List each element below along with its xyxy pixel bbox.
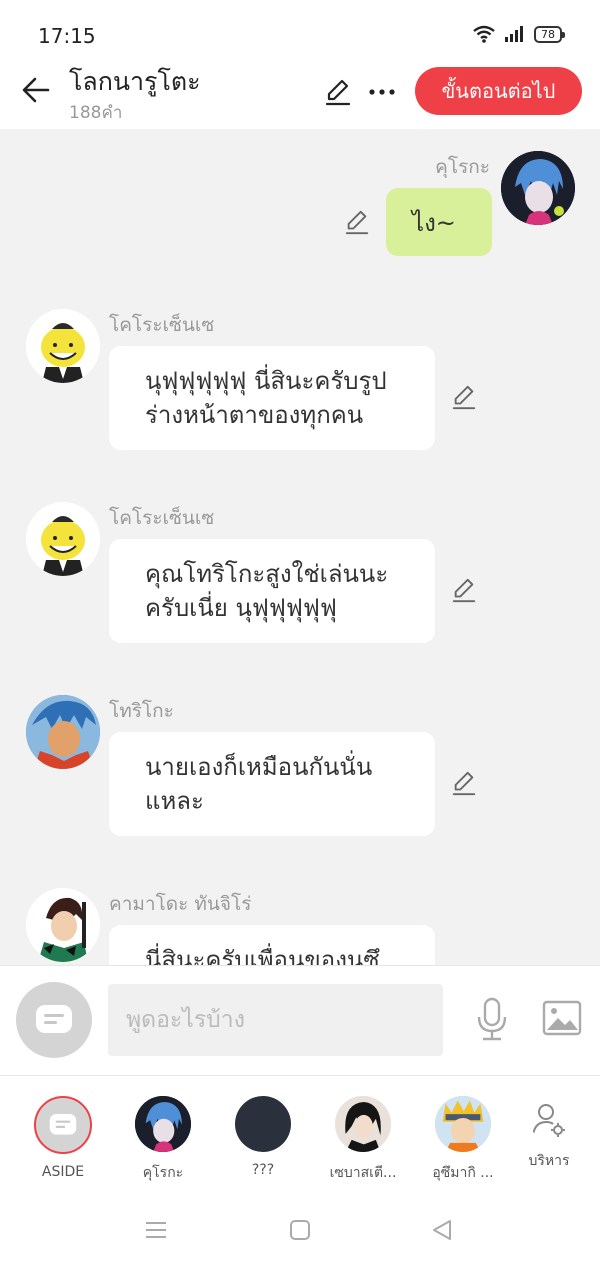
message-text-line: นุฟุฟุฟุฟุฟุ นี่สินะครับรูป	[145, 367, 387, 395]
arrow-left-icon	[22, 77, 50, 103]
avatar[interactable]	[26, 888, 100, 962]
back-button[interactable]	[18, 72, 54, 108]
character-sebastian[interactable]: เซบาสเตี...	[318, 1096, 408, 1184]
character-label: บริหาร	[528, 1153, 570, 1169]
message-text-line: นายเองก็เหมือนกันนั่น	[145, 753, 373, 781]
voice-button[interactable]	[470, 996, 514, 1042]
sender-name: โคโระเซ็นเซ	[109, 314, 215, 336]
message-text-line: นี่สินะครับเพื่อนของนูซึ	[145, 946, 380, 965]
character-selector: ASIDE คุโรกะ ??? เซบาสเตี... อุซึมากิ ..…	[0, 1075, 600, 1187]
chat-area[interactable]: คุโรกะ ไง~ โคโระเซ็นเซ นุฟุฟุฟุฟุฟุ นี่ส…	[0, 129, 600, 965]
avatar	[135, 1096, 191, 1152]
battery-icon: 78	[534, 25, 565, 43]
edit-message-button[interactable]	[449, 382, 479, 412]
edit-button[interactable]	[320, 74, 356, 110]
image-icon	[542, 1000, 582, 1036]
next-step-button[interactable]: ขั้นตอนต่อไป	[415, 67, 582, 115]
character-label: คุโรกะ	[142, 1165, 184, 1181]
pencil-icon	[345, 210, 369, 235]
character-aside[interactable]: ASIDE	[18, 1096, 108, 1180]
avatar[interactable]	[26, 309, 100, 383]
avatar	[435, 1096, 491, 1152]
pencil-icon	[452, 385, 476, 410]
message-text-line: ร่างหน้าตาของทุกคน	[145, 401, 364, 429]
chat-title: โลกนารูโตะ	[69, 67, 201, 96]
word-count: 188คำ	[69, 103, 123, 123]
character-label: อุซึมากิ ...	[432, 1165, 494, 1181]
message-bubble[interactable]: นายเองก็เหมือนกันนั่น แหละ	[109, 732, 435, 836]
character-unknown[interactable]: ???	[218, 1096, 308, 1178]
character-uzumaki[interactable]: อุซึมากิ ...	[418, 1096, 508, 1184]
manage-icon-wrap	[529, 1100, 569, 1140]
image-button[interactable]	[540, 998, 584, 1038]
message-text-line: แหละ	[145, 787, 204, 815]
recents-button[interactable]	[141, 1215, 171, 1245]
toriko-avatar-icon	[26, 695, 100, 769]
status-time: 17:15	[38, 24, 96, 48]
message-bubble[interactable]: คุณโทริโกะสูงใช่เล่นนะ ครับเนี่ย นุฟุฟุฟ…	[109, 539, 435, 643]
message-text-line: คุณโทริโกะสูงใช่เล่นนะ	[145, 560, 389, 588]
message-bubble[interactable]: ไง~	[386, 188, 492, 256]
more-icon	[369, 89, 395, 95]
system-nav-bar	[0, 1187, 600, 1267]
avatar[interactable]	[26, 502, 100, 576]
sebastian-avatar-icon	[335, 1096, 391, 1152]
message-bubble[interactable]: นี่สินะครับเพื่อนของนูซึ	[109, 925, 435, 965]
message-bubble[interactable]: นุฟุฟุฟุฟุฟุ นี่สินะครับรูป ร่างหน้าตาขอ…	[109, 346, 435, 450]
character-label: เซบาสเตี...	[329, 1165, 397, 1181]
input-bar: พูดอะไรบ้าง	[0, 965, 600, 1075]
avatar[interactable]	[501, 151, 575, 225]
chat-bubble-icon	[36, 1005, 72, 1033]
kuroka-avatar-icon	[501, 151, 575, 225]
message-text-line: ครับเนี่ย นุฟุฟุฟุฟุฟุ	[145, 594, 337, 622]
sender-name: คามาโดะ ทันจิโร่	[109, 893, 252, 915]
manage-characters-button[interactable]: บริหาร	[504, 1100, 594, 1172]
naruto-avatar-icon	[435, 1096, 491, 1152]
character-label: ASIDE	[41, 1164, 85, 1180]
more-button[interactable]	[364, 74, 400, 110]
chat-header: โลกนารูโตะ 188คำ ขั้นตอนต่อไป	[0, 62, 600, 129]
home-button[interactable]	[285, 1215, 315, 1245]
edit-message-button[interactable]	[449, 768, 479, 798]
chat-bubble-icon	[49, 1113, 77, 1135]
sender-name: คุโรกะ	[435, 156, 490, 178]
signal-icon	[505, 26, 523, 42]
character-label: ???	[251, 1162, 275, 1178]
status-bar: 17:15 78	[0, 0, 600, 62]
message-input[interactable]: พูดอะไรบ้าง	[108, 984, 443, 1056]
tanjiro-avatar-icon	[26, 888, 100, 962]
kuroka-avatar-icon	[135, 1096, 191, 1152]
avatar[interactable]	[26, 695, 100, 769]
sender-name: โคโระเซ็นเซ	[109, 507, 215, 529]
sender-name: โทริโกะ	[109, 700, 174, 722]
pencil-icon	[452, 771, 476, 796]
pencil-icon	[452, 578, 476, 603]
character-kuroka[interactable]: คุโรกะ	[118, 1096, 208, 1184]
pencil-icon	[325, 79, 351, 106]
triangle-back-icon	[433, 1220, 451, 1240]
koro-sensei-avatar-icon	[26, 502, 100, 576]
avatar	[34, 1096, 92, 1154]
avatar	[335, 1096, 391, 1152]
menu-icon	[146, 1222, 166, 1238]
microphone-icon	[477, 997, 507, 1041]
back-nav-button[interactable]	[427, 1215, 457, 1245]
wifi-icon	[473, 25, 495, 43]
edit-message-button[interactable]	[449, 575, 479, 605]
chat-mode-button[interactable]	[16, 982, 92, 1058]
system-icons: 78	[472, 25, 565, 43]
square-icon	[290, 1220, 310, 1240]
edit-message-button[interactable]	[342, 207, 372, 237]
avatar	[235, 1096, 291, 1152]
user-settings-icon	[532, 1104, 565, 1137]
koro-sensei-avatar-icon	[26, 309, 100, 383]
message-text: ไง~	[412, 209, 456, 237]
